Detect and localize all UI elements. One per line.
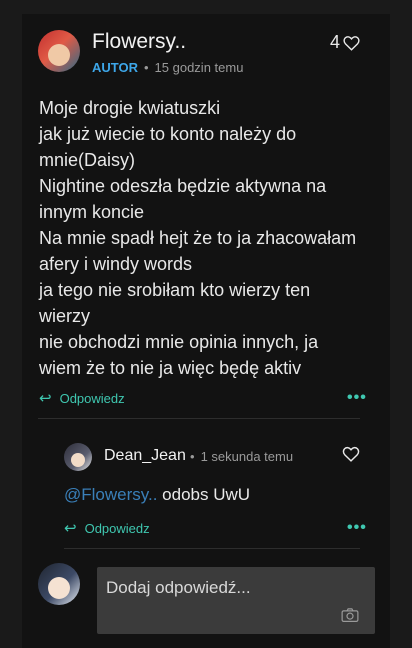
reply-body: @Flowersy.. odobs UwU [64, 485, 250, 505]
reply-arrow-icon: ↩ [64, 520, 77, 537]
reply-meta: • 1 sekunda temu [190, 449, 293, 464]
reply-input-placeholder: Dodaj odpowiedź... [106, 578, 251, 597]
current-user-avatar [38, 563, 80, 605]
reply-input[interactable]: Dodaj odpowiedź... [97, 567, 375, 634]
reply-label: Odpowiedz [59, 391, 125, 406]
reply-username[interactable]: Dean_Jean [104, 447, 186, 465]
comment-body: Moje drogie kwiatuszki jak już wiecie to… [39, 98, 357, 378]
reply-text: odobs UwU [157, 485, 251, 504]
like-count: 4 [330, 32, 341, 52]
reply-heart-icon[interactable] [342, 446, 360, 467]
reply-button[interactable]: ↩ Odpowiedz [39, 391, 125, 406]
author-badge: AUTOR [92, 60, 138, 75]
reply-avatar[interactable] [64, 443, 92, 471]
reply-label: Odpowiedz [84, 521, 150, 536]
separator-dot: • [190, 449, 195, 464]
camera-icon[interactable] [341, 607, 359, 628]
comment-meta: AUTOR • 15 godzin temu [92, 60, 243, 75]
heart-icon [343, 35, 360, 51]
mention-link[interactable]: @Flowersy.. [64, 485, 157, 504]
divider [38, 418, 360, 419]
more-options-icon[interactable]: ••• [347, 389, 367, 407]
reply-more-options-icon[interactable]: ••• [347, 519, 367, 537]
like-button[interactable]: 4 [330, 32, 360, 53]
reply-time: 1 sekunda temu [200, 449, 294, 464]
comment-username[interactable]: Flowersy.. [92, 30, 186, 54]
divider [64, 548, 360, 549]
avatar[interactable] [38, 30, 80, 72]
reply-arrow-icon: ↩ [39, 390, 52, 407]
separator-dot: • [143, 60, 149, 75]
reply-reply-button[interactable]: ↩ Odpowiedz [64, 521, 150, 536]
comment-time: 15 godzin temu [154, 60, 244, 75]
